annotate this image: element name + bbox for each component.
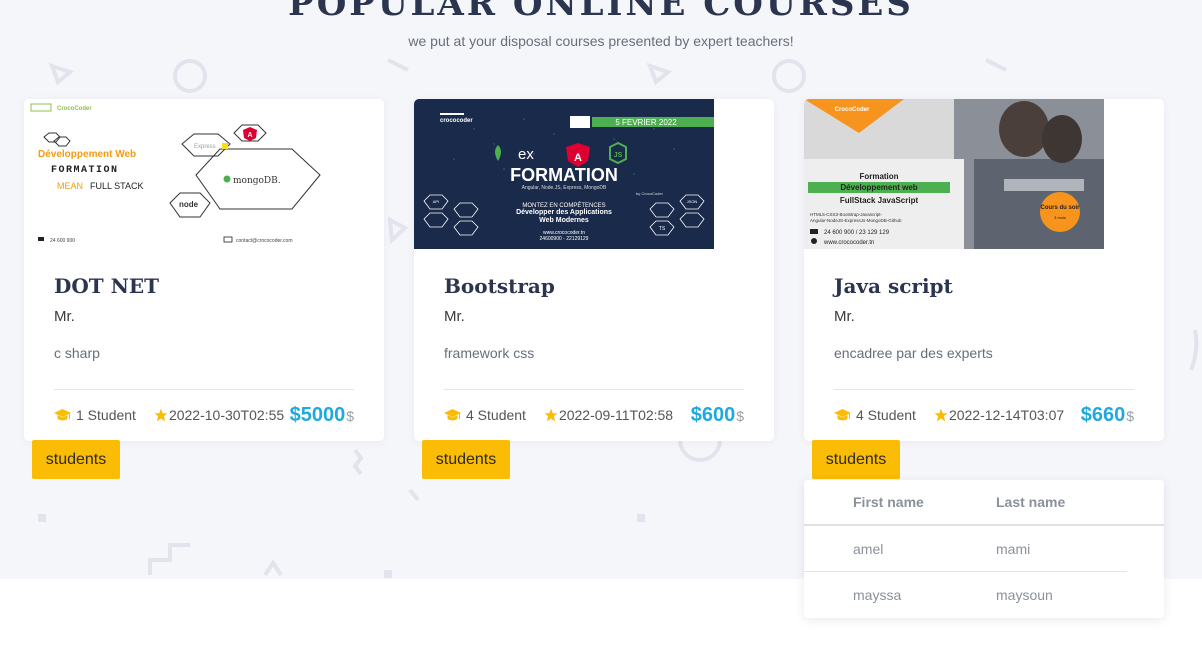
svg-text:Angular-NodeJS-ExpressJs-Mongo: Angular-NodeJS-ExpressJs-MongoDB-Github — [810, 218, 902, 223]
table-row: mayssa maysoun — [804, 572, 1127, 618]
svg-text:24 600 900: 24 600 900 — [50, 238, 75, 244]
svg-text:mongoDB.: mongoDB. — [233, 176, 281, 186]
page-title: POPULAR ONLINE COURSES — [288, 0, 914, 24]
students-button[interactable]: students — [32, 440, 120, 479]
card-divider — [54, 389, 354, 390]
price-value: $600 — [690, 403, 736, 426]
course-teacher: Mr. — [54, 308, 75, 325]
course-description: encadree par des experts — [834, 345, 993, 361]
course-teacher: Mr. — [834, 308, 855, 325]
course-meta: 4 Student 2022-09-11T02:58 $600 $ — [444, 402, 744, 428]
svg-text:FORMATION: FORMATION — [51, 165, 119, 176]
cell-last-name: maysoun — [996, 587, 1053, 603]
price-value: $5000 — [289, 403, 346, 426]
card-divider — [444, 389, 744, 390]
svg-text:contact@crococoder.com: contact@crococoder.com — [236, 238, 293, 244]
svg-text:Cours du soir: Cours du soir — [1040, 205, 1080, 211]
course-image: CrocoCoder Formation Développement web F… — [804, 99, 1104, 249]
svg-text:24 600 900 / 23 129 129: 24 600 900 / 23 129 129 — [824, 230, 890, 236]
svg-text:JSON: JSON — [687, 199, 698, 204]
svg-text:FULL STACK: FULL STACK — [90, 181, 144, 191]
svg-text:Développer des Applications: Développer des Applications — [516, 209, 612, 216]
svg-text:Développement Web: Développement Web — [38, 149, 136, 160]
svg-text:FullStack JavaScript: FullStack JavaScript — [840, 196, 919, 205]
svg-text:Formation: Formation — [859, 172, 898, 181]
course-image: CrocoCoder A Express mongoDB. node Dével… — [24, 99, 324, 249]
course-description: framework css — [444, 345, 535, 361]
header-first-name: First name — [853, 494, 924, 510]
course-card[interactable]: CrocoCoder Formation Développement web F… — [804, 99, 1164, 441]
course-card[interactable]: CrocoCoder A Express mongoDB. node Dével… — [24, 99, 384, 441]
students-table: First name Last name amel mami mayssa ma… — [804, 480, 1164, 618]
page-subtitle: we put at your disposal courses presente… — [408, 33, 794, 49]
course-title[interactable]: Bootstrap — [444, 274, 555, 298]
table-header: First name Last name — [804, 480, 1164, 526]
course-description: c sharp — [54, 345, 100, 361]
students-count: 4 Student — [856, 407, 916, 423]
svg-text:Express: Express — [194, 144, 216, 150]
course-meta: 4 Student 2022-12-14T03:07 $660 $ — [834, 402, 1134, 428]
svg-text:Angular, Node.JS, Express, Mon: Angular, Node.JS, Express, MongoDB — [522, 185, 607, 191]
course-image: crococoder 5 FEVRIER 2022 ex A JS FORMAT… — [414, 99, 714, 249]
star-icon — [544, 408, 558, 422]
course-date: 2022-12-14T03:07 — [948, 407, 1065, 423]
course-title[interactable]: Java script — [834, 274, 953, 298]
course-date: 2022-10-30T02:55 — [168, 407, 285, 423]
students-button[interactable]: students — [812, 440, 900, 479]
course-date: 2022-09-11T02:58 — [558, 407, 674, 423]
svg-text:MEAN: MEAN — [57, 181, 83, 191]
course-title[interactable]: DOT NET — [54, 274, 159, 298]
svg-text:A: A — [247, 132, 252, 139]
students-button[interactable]: students — [422, 440, 510, 479]
svg-text:24600900 - 22129129: 24600900 - 22129129 — [540, 236, 589, 242]
price-currency: $ — [736, 407, 744, 424]
card-divider — [834, 389, 1134, 390]
graduation-cap-icon — [54, 408, 71, 420]
svg-text:by CrocoCoder: by CrocoCoder — [636, 191, 664, 196]
svg-text:ex: ex — [518, 146, 534, 163]
course-price: $600 $ — [691, 404, 744, 427]
graduation-cap-icon — [834, 408, 851, 420]
svg-text:5 FEVRIER 2022: 5 FEVRIER 2022 — [615, 118, 677, 127]
cell-first-name: mayssa — [853, 587, 902, 603]
svg-text:Développement web: Développement web — [840, 183, 917, 192]
header-last-name: Last name — [996, 494, 1066, 510]
course-price: $660 $ — [1081, 404, 1134, 427]
star-icon — [154, 408, 168, 422]
svg-text:MONTEZ EN COMPÉTENCES: MONTEZ EN COMPÉTENCES — [522, 202, 605, 209]
price-value: $660 — [1080, 403, 1126, 426]
course-meta: 1 Student 2022-10-30T02:55 $5000 $ — [54, 402, 354, 428]
svg-text:CrocoCoder: CrocoCoder — [835, 107, 870, 113]
svg-text:JS: JS — [614, 152, 623, 159]
cell-last-name: mami — [996, 540, 1031, 557]
svg-text:FORMATION: FORMATION — [510, 165, 618, 185]
svg-text:www.crococoder.tn: www.crococoder.tn — [823, 240, 874, 246]
svg-text:Web Modernes: Web Modernes — [539, 217, 589, 224]
image-brand: CrocoCoder — [57, 106, 92, 112]
svg-text:crococoder: crococoder — [440, 118, 473, 124]
svg-text:TS: TS — [659, 226, 666, 232]
graduation-cap-icon — [444, 408, 461, 420]
star-icon — [934, 408, 948, 422]
course-card[interactable]: crococoder 5 FEVRIER 2022 ex A JS FORMAT… — [414, 99, 774, 441]
course-teacher: Mr. — [444, 308, 465, 325]
svg-text:API: API — [433, 199, 439, 204]
students-count: 4 Student — [466, 407, 526, 423]
students-count: 1 Student — [76, 407, 136, 423]
svg-text:node: node — [179, 200, 199, 209]
svg-text:HTML5-CSS3-Bootstrap-Javascrip: HTML5-CSS3-Bootstrap-Javascript- — [810, 212, 883, 217]
price-currency: $ — [346, 407, 354, 424]
svg-text:A: A — [574, 152, 582, 164]
table-row: amel mami — [804, 526, 1127, 572]
course-price: $5000 $ — [290, 404, 354, 427]
cell-first-name: amel — [853, 540, 884, 557]
price-currency: $ — [1126, 407, 1134, 424]
svg-text:3 mois: 3 mois — [1054, 215, 1066, 220]
